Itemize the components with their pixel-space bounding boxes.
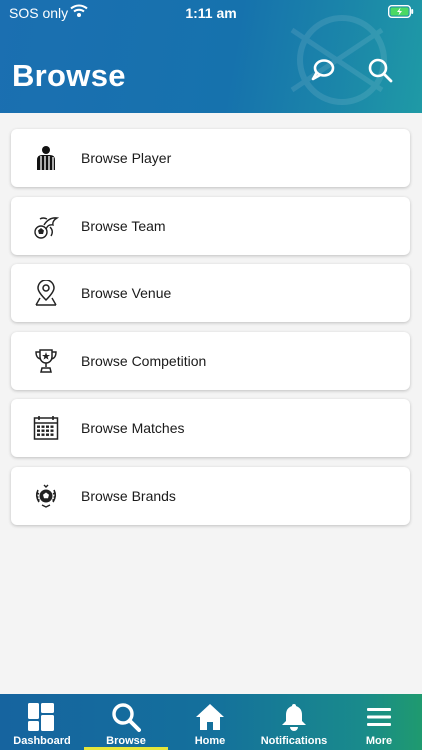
browse-item-label: Browse Team [81, 217, 166, 234]
browse-item-label: Browse Matches [81, 420, 185, 436]
tab-label: More [365, 735, 393, 747]
chat-bubble-icon[interactable] [308, 55, 338, 85]
bell-icon [282, 704, 306, 731]
browse-item-label: Browse Venue [81, 285, 172, 301]
browse-brands-item[interactable]: Browse Brands [11, 466, 410, 525]
dashboard-grid-icon [28, 703, 54, 731]
status-time: 1:11 am [185, 5, 237, 21]
tab-label: Home [194, 735, 226, 747]
browse-item-label: Browse Player [81, 150, 172, 166]
tab-label: Dashboard [13, 735, 71, 747]
browse-venue-item[interactable]: Browse Venue [11, 264, 410, 322]
team-dragon-ball-icon [34, 216, 59, 239]
tab-home[interactable]: Home [168, 694, 252, 750]
browse-item-label: Browse Competition [81, 352, 207, 369]
calendar-icon [33, 416, 59, 440]
tab-dashboard[interactable]: Dashboard [0, 694, 84, 750]
referee-player-icon [37, 146, 55, 170]
tab-notifications[interactable]: Notifications [252, 694, 336, 750]
tab-label: Browse [106, 735, 146, 747]
map-pin-icon [35, 280, 57, 306]
tab-label: Notifications [260, 735, 328, 747]
search-icon[interactable] [365, 55, 395, 85]
header-bar: SOS only 1:11 am Browse [0, 0, 422, 113]
battery-charging-icon [388, 5, 414, 18]
browse-matches-item[interactable]: Browse Matches [11, 399, 410, 457]
search-icon [112, 703, 141, 732]
trophy-icon [35, 348, 57, 373]
status-bar: SOS only 1:11 am [0, 0, 422, 26]
browse-team-item[interactable]: Browse Team [11, 196, 410, 255]
bottom-tab-bar: Dashboard Browse Home Notifications More [0, 694, 422, 750]
home-icon [196, 704, 224, 730]
page-title: Browse [12, 58, 126, 93]
browse-list: Browse Player Browse Team Browse Venue B… [11, 129, 410, 534]
tab-more[interactable]: More [336, 694, 422, 750]
browse-player-item[interactable]: Browse Player [11, 129, 410, 187]
browse-competition-item[interactable]: Browse Competition [11, 331, 410, 390]
ball-laurel-icon [35, 484, 57, 508]
menu-icon [367, 708, 391, 726]
tab-browse[interactable]: Browse [84, 694, 168, 750]
browse-item-label: Browse Brands [81, 487, 176, 504]
